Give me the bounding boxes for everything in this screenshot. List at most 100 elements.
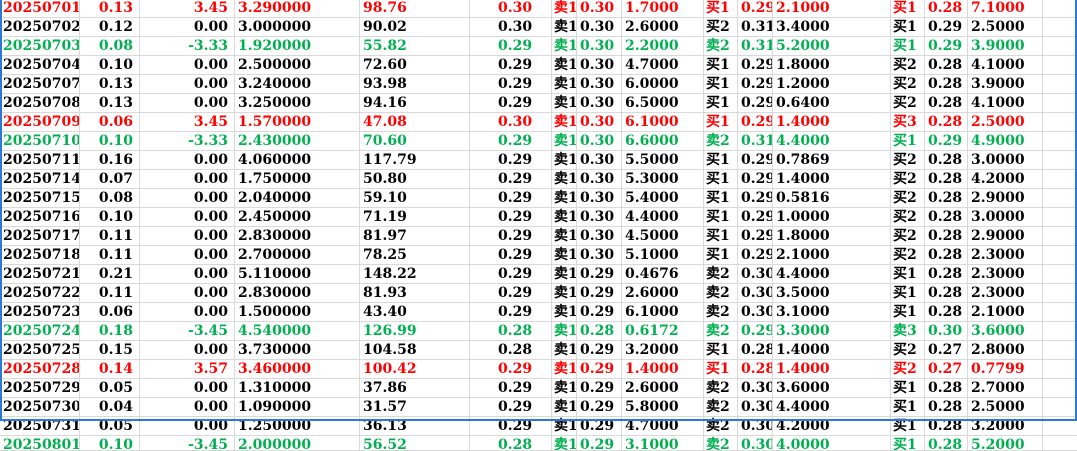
date-cell[interactable]: 20250704	[0, 56, 80, 74]
date-cell[interactable]: 20250725	[0, 341, 80, 359]
price-cell[interactable]: 0.28	[470, 436, 552, 450]
side-label-cell[interactable]: 卖1	[552, 18, 577, 36]
side-label-cell[interactable]: 买1	[704, 56, 738, 74]
side-label-cell[interactable]: 卖2	[704, 379, 738, 397]
level-price-cell[interactable]: 0.30	[577, 94, 622, 112]
level-qty-cell[interactable]: 4.5000	[622, 227, 704, 245]
side-label-cell[interactable]: 买2	[891, 189, 925, 207]
level-qty-cell[interactable]: 5.2000	[773, 37, 891, 55]
table-row[interactable]: 20250711 0.16 0.00 4.060000 117.79 0.29 卖1 0.30…	[0, 151, 1077, 170]
price-cell[interactable]: 0.30	[470, 18, 552, 36]
level-qty-cell[interactable]: 4.0000	[773, 436, 891, 450]
level-price-cell[interactable]: 0.30	[577, 151, 622, 169]
level-qty-cell[interactable]: 2.3000	[968, 284, 1043, 302]
change-cell[interactable]: 0.08	[80, 37, 140, 55]
table-row[interactable]: 20250722 0.11 0.00 2.830000 81.93 0.29 卖1 0.29 2…	[0, 284, 1077, 303]
change-pct-cell[interactable]: 0.00	[140, 189, 235, 207]
change-cell[interactable]: 0.13	[80, 94, 140, 112]
level-price-cell[interactable]: 0.28	[925, 227, 968, 245]
date-cell[interactable]: 20250730	[0, 398, 80, 416]
level-qty-cell[interactable]: 4.4000	[773, 132, 891, 150]
amount-cell[interactable]: 126.99	[360, 322, 470, 340]
volume-cell[interactable]: 1.250000	[235, 417, 360, 435]
level-price-cell[interactable]: 0.29	[577, 436, 622, 450]
table-row[interactable]: 20250704 0.10 0.00 2.500000 72.60 0.29 卖1 0.30 4…	[0, 56, 1077, 75]
change-cell[interactable]: 0.10	[80, 436, 140, 450]
price-cell[interactable]: 0.29	[470, 265, 552, 283]
level-price-cell[interactable]: 0.28	[925, 189, 968, 207]
level-price-cell[interactable]: 0.29	[925, 37, 968, 55]
price-cell[interactable]: 0.29	[470, 303, 552, 321]
level-qty-cell[interactable]: 3.4000	[773, 18, 891, 36]
level-price-cell[interactable]: 0.30	[577, 75, 622, 93]
date-cell[interactable]: 20250723	[0, 303, 80, 321]
level-qty-cell[interactable]: 2.6000	[622, 18, 704, 36]
date-cell[interactable]: 20250709	[0, 113, 80, 131]
table-row[interactable]: 20250703 0.08 -3.33 1.920000 55.82 0.29 卖1 0.30…	[0, 37, 1077, 56]
level-price-cell[interactable]: 0.30	[577, 18, 622, 36]
date-cell[interactable]: 20250710	[0, 132, 80, 150]
level-price-cell[interactable]: 0.28	[738, 341, 773, 359]
change-cell[interactable]: 0.06	[80, 113, 140, 131]
change-pct-cell[interactable]: -3.45	[140, 322, 235, 340]
level-qty-cell[interactable]: 2.7000	[968, 379, 1043, 397]
table-row[interactable]: 20250715 0.08 0.00 2.040000 59.10 0.29 卖1 0.30 5…	[0, 189, 1077, 208]
side-label-cell[interactable]: 买1	[704, 75, 738, 93]
level-qty-cell[interactable]: 1.8000	[773, 56, 891, 74]
side-label-cell[interactable]: 卖1	[552, 436, 577, 450]
level-price-cell[interactable]: 0.29	[738, 227, 773, 245]
level-price-cell[interactable]: 0.28	[925, 75, 968, 93]
level-price-cell[interactable]: 0.30	[738, 379, 773, 397]
level-price-cell[interactable]: 0.28	[925, 246, 968, 264]
level-price-cell[interactable]: 0.30	[577, 37, 622, 55]
volume-cell[interactable]: 2.830000	[235, 227, 360, 245]
date-cell[interactable]: 20250711	[0, 151, 80, 169]
side-label-cell[interactable]: 卖1	[552, 265, 577, 283]
amount-cell[interactable]: 117.79	[360, 151, 470, 169]
level-price-cell[interactable]: 0.29	[738, 170, 773, 188]
amount-cell[interactable]: 71.19	[360, 208, 470, 226]
change-cell[interactable]: 0.06	[80, 303, 140, 321]
price-cell[interactable]: 0.30	[470, 113, 552, 131]
level-qty-cell[interactable]: 6.5000	[622, 94, 704, 112]
level-price-cell[interactable]: 0.28	[925, 265, 968, 283]
side-label-cell[interactable]: 卖2	[704, 322, 738, 340]
level-price-cell[interactable]: 0.30	[738, 303, 773, 321]
side-label-cell[interactable]: 卖1	[552, 208, 577, 226]
price-cell[interactable]: 0.29	[470, 189, 552, 207]
price-cell[interactable]: 0.29	[470, 75, 552, 93]
side-label-cell[interactable]: 卖1	[552, 284, 577, 302]
level-price-cell[interactable]: 0.28	[925, 0, 968, 17]
table-row[interactable]: 20250728 0.14 3.57 3.460000 100.42 0.29 卖1 0.29…	[0, 360, 1077, 379]
change-pct-cell[interactable]: 3.45	[140, 113, 235, 131]
change-pct-cell[interactable]: 0.00	[140, 170, 235, 188]
level-price-cell[interactable]: 0.28	[925, 417, 968, 435]
price-cell[interactable]: 0.29	[470, 284, 552, 302]
date-cell[interactable]: 20250701	[0, 0, 80, 17]
side-label-cell[interactable]: 买1	[891, 284, 925, 302]
level-qty-cell[interactable]: 0.4676	[622, 265, 704, 283]
volume-cell[interactable]: 1.310000	[235, 379, 360, 397]
volume-cell[interactable]: 2.000000	[235, 436, 360, 450]
level-price-cell[interactable]: 0.28	[738, 360, 773, 378]
level-price-cell[interactable]: 0.28	[925, 284, 968, 302]
side-label-cell[interactable]: 买1	[891, 303, 925, 321]
date-cell[interactable]: 20250702	[0, 18, 80, 36]
change-pct-cell[interactable]: 0.00	[140, 208, 235, 226]
change-pct-cell[interactable]: -3.33	[140, 37, 235, 55]
amount-cell[interactable]: 148.22	[360, 265, 470, 283]
amount-cell[interactable]: 43.40	[360, 303, 470, 321]
level-qty-cell[interactable]: 3.1000	[622, 436, 704, 450]
change-pct-cell[interactable]: 3.57	[140, 360, 235, 378]
side-label-cell[interactable]: 买2	[891, 75, 925, 93]
side-label-cell[interactable]: 买1	[891, 0, 925, 17]
level-qty-cell[interactable]: 1.4000	[773, 170, 891, 188]
level-price-cell[interactable]: 0.29	[577, 417, 622, 435]
price-cell[interactable]: 0.28	[470, 322, 552, 340]
side-label-cell[interactable]: 卖1	[552, 303, 577, 321]
date-cell[interactable]: 20250707	[0, 75, 80, 93]
level-qty-cell[interactable]: 2.6000	[622, 379, 704, 397]
volume-cell[interactable]: 3.460000	[235, 360, 360, 378]
side-label-cell[interactable]: 买1	[704, 189, 738, 207]
price-cell[interactable]: 0.29	[470, 398, 552, 416]
